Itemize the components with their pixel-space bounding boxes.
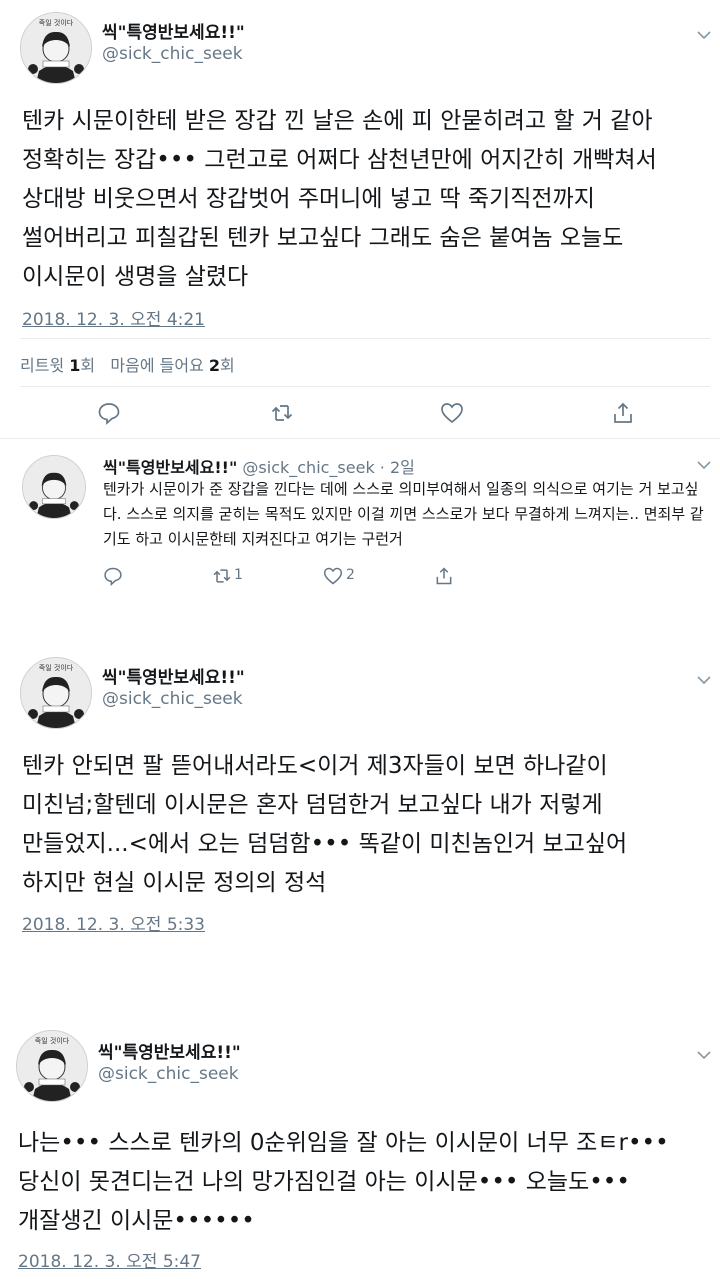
reply-avatar[interactable]	[22, 455, 86, 519]
svg-text:죽일 것이다: 죽일 것이다	[39, 663, 74, 672]
user-name[interactable]: 씩"특영반보세요!!"	[102, 663, 245, 688]
chevron-down-icon[interactable]	[697, 460, 711, 470]
tweet-text: 나는••• 스스로 텐카의 0순위임을 잘 아는 이시문이 너무 조ㅌr••• …	[18, 1130, 669, 1234]
reply-user-name: 씩"특영반보세요!!"	[103, 458, 238, 477]
svg-text:죽일 것이다: 죽일 것이다	[35, 1036, 70, 1045]
avatar-image: 죽일 것이다	[21, 658, 91, 728]
user-name[interactable]: 씩"특영반보세요!!"	[98, 1038, 241, 1063]
share-icon[interactable]	[434, 566, 454, 586]
chevron-down-icon[interactable]	[697, 1050, 711, 1060]
tweet-timestamp[interactable]: 2018. 12. 3. 오전 5:47	[18, 1247, 201, 1272]
user-handle[interactable]: @sick_chic_seek	[98, 1064, 239, 1084]
avatar[interactable]: 죽일 것이다	[16, 1030, 88, 1102]
reply-icon[interactable]	[103, 566, 123, 586]
chevron-down-icon[interactable]	[697, 675, 711, 685]
avatar-image	[23, 456, 85, 518]
reply-author[interactable]: 씩"특영반보세요!!" @sick_chic_seek · 2일	[103, 454, 415, 478]
user-handle[interactable]: @sick_chic_seek	[102, 689, 243, 709]
avatar[interactable]: 죽일 것이다	[20, 657, 92, 729]
like-icon[interactable]	[323, 566, 343, 586]
tweet-text: 텐카 안되면 팔 뜯어내서라도<이거 제3자들이 보면 하나같이 미친넘;할텐데…	[22, 753, 628, 896]
retweet-icon[interactable]	[212, 566, 232, 586]
reply-text: 텐카가 시문이가 준 장갑을 낀다는 데에 스스로 의미부여해서 일종의 의식으…	[103, 480, 704, 548]
tweet-timestamp[interactable]: 2018. 12. 3. 오전 5:33	[22, 910, 205, 935]
avatar-image: 죽일 것이다	[17, 1031, 87, 1101]
reply-retweet-count: 1	[234, 567, 243, 583]
reply-tweet[interactable]: 씩"특영반보세요!!" @sick_chic_seek · 2일 텐카가 시문이…	[0, 0, 720, 610]
reply-handle-time: @sick_chic_seek · 2일	[242, 458, 415, 477]
reply-like-count: 2	[346, 567, 355, 583]
